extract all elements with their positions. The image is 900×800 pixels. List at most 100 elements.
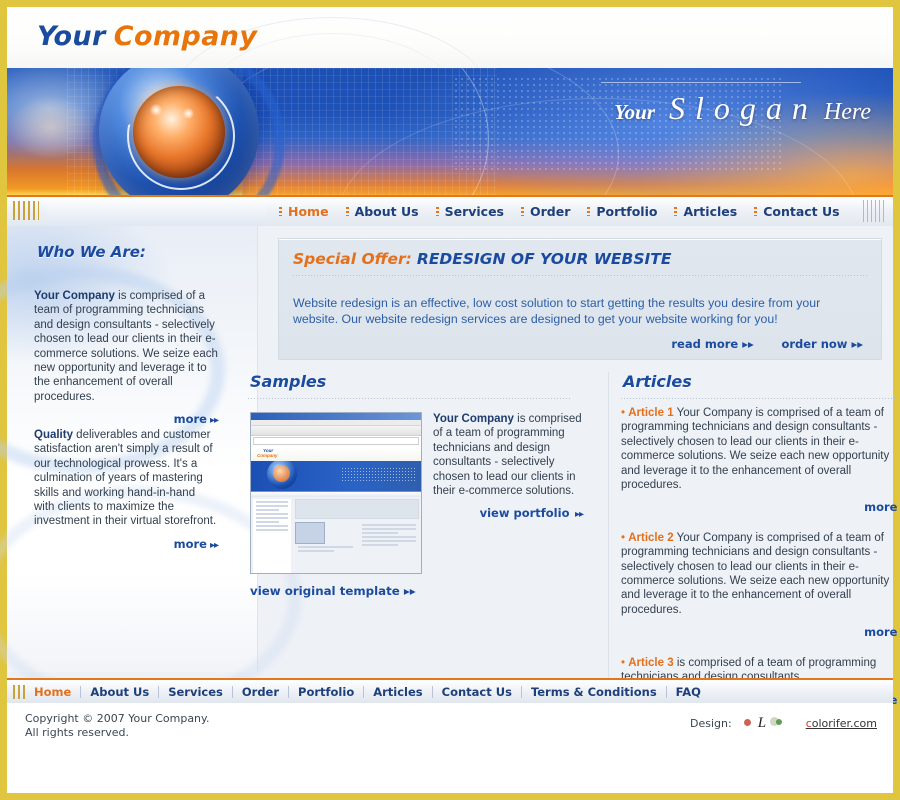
footer-nav-item-faq[interactable]: FAQ: [667, 686, 710, 698]
special-offer-label: Special Offer:: [293, 250, 412, 268]
mini-dots: [341, 467, 415, 481]
nav-item-portfolio[interactable]: Portfolio: [587, 204, 657, 219]
nav-separator-icon: [521, 207, 524, 216]
sidebar-block1-lead: Your Company: [34, 290, 115, 302]
design-label: Design:: [690, 716, 732, 730]
double-chevron-icon: ▸▸: [209, 539, 219, 551]
order-now-link[interactable]: order now ▸▸: [781, 337, 863, 351]
footer-nav-item-terms-conditions[interactable]: Terms & Conditions: [522, 685, 667, 698]
nav-separator-icon: [279, 207, 282, 216]
sidebar-block1-text: is comprised of a team of programming te…: [34, 290, 218, 403]
special-offer-text: Website redesign is an effective, low co…: [293, 296, 821, 327]
article-text: Your Company is comprised of a team of p…: [621, 407, 890, 492]
footer-navigation-bar: Home About Us Services Order Portfolio Articl…: [7, 678, 893, 703]
nav-item-label: Articles: [683, 204, 738, 219]
mini-line: [256, 505, 288, 507]
design-credit: Design: L colorifer.com: [690, 715, 877, 731]
view-portfolio-link[interactable]: view portfolio ▸▸: [433, 506, 584, 522]
articles-heading: Articles: [623, 372, 692, 391]
logo-bar: Your Company: [7, 7, 893, 68]
sample-thumbnail[interactable]: Your Company: [250, 412, 422, 574]
footer-nav-item-about-us[interactable]: About Us: [81, 685, 160, 698]
colorifer-rest: olorifer.com: [811, 716, 877, 730]
sidebar-block-who-we-are: Your Company is comprised of a team of p…: [34, 289, 219, 429]
read-more-link[interactable]: read more ▸▸: [671, 337, 753, 351]
nav-item-contact-us[interactable]: Contact Us: [754, 204, 840, 219]
special-offer-title: Special Offer: REDESIGN OF YOUR WEBSITE: [293, 250, 671, 268]
nav-item-home[interactable]: Home: [279, 204, 329, 219]
main-navigation-bar: Home About Us Services Order Portfolio Articl…: [7, 195, 893, 226]
mini-right-col: [295, 499, 419, 573]
double-chevron-icon: ▸▸: [399, 584, 416, 598]
mini-left-col: [253, 499, 291, 573]
mini-line: [298, 546, 353, 548]
mini-lens-icon: [273, 465, 290, 482]
sidebar-heading: Who We Are:: [37, 243, 146, 261]
bars-decor-right-icon: [863, 200, 885, 222]
samples-body: is comprised of a team of programming te…: [433, 413, 582, 498]
slogan: Your Slogan Here: [614, 90, 871, 127]
article-more-link[interactable]: more ▸▸: [621, 500, 900, 516]
article-more-link[interactable]: more ▸▸: [621, 625, 900, 641]
copyright: Copyright © 2007 Your Company. All right…: [25, 712, 209, 740]
mini-line: [256, 509, 279, 511]
slogan-main: Slogan: [669, 90, 818, 126]
article-title-link[interactable]: Article 2: [628, 532, 673, 544]
logo-word-company: Company: [113, 21, 258, 52]
nav-separator-icon: [674, 207, 678, 216]
article-title-link[interactable]: Article 1: [628, 407, 673, 419]
slogan-your: Your: [614, 100, 656, 124]
special-offer-headline: REDESIGN OF YOUR WEBSITE: [416, 250, 672, 268]
more-label: more: [864, 625, 898, 640]
mini-col-a: [295, 522, 356, 554]
logo-word-your: Your: [37, 21, 106, 52]
mini-logo: Your Company: [251, 448, 421, 461]
mini-addressbar: [253, 437, 419, 445]
copyright-line-1: Copyright © 2007 Your Company.: [25, 712, 210, 725]
double-chevron-icon: ▸▸: [572, 509, 584, 521]
footer-bottom: Copyright © 2007 Your Company. All right…: [7, 703, 893, 757]
nav-item-articles[interactable]: Articles: [674, 204, 737, 219]
double-chevron-icon: ▸▸: [209, 415, 219, 427]
site-logo[interactable]: Your Company: [37, 21, 257, 52]
footer-nav-item-articles[interactable]: Articles: [364, 685, 433, 698]
nav-separator-icon: [754, 207, 758, 216]
special-offer-links: read more ▸▸ order now ▸▸: [647, 337, 863, 351]
more-label: more: [173, 412, 207, 427]
footer-nav-item-services[interactable]: Services: [159, 685, 233, 698]
double-chevron-icon: ▸▸: [738, 337, 754, 351]
main-column: Special Offer: REDESIGN OF YOUR WEBSITE W…: [248, 226, 897, 709]
nav-item-order[interactable]: Order: [521, 204, 570, 219]
footer-nav-item-contact-us[interactable]: Contact Us: [433, 685, 522, 698]
footer-nav-item-order[interactable]: Order: [233, 685, 290, 698]
mini-line: [256, 521, 279, 523]
nav-item-label: Contact Us: [763, 204, 840, 219]
nav-separator-icon: [587, 207, 591, 216]
sidebar-block-quality: Quality deliverables and customer satisf…: [34, 428, 219, 553]
mini-line: [361, 544, 398, 546]
content-area: Who We Are: Your Company is comprised of…: [0, 226, 897, 710]
double-chevron-icon: ▸▸: [847, 337, 863, 351]
mini-line: [361, 540, 416, 542]
nav-item-label: Order: [530, 204, 571, 219]
copyright-line-2: All rights reserved.: [25, 726, 130, 739]
view-original-template-link[interactable]: view original template ▸▸: [250, 584, 416, 598]
nav-item-about-us[interactable]: About Us: [345, 204, 419, 219]
article-item: • Article 1 Your Company is comprised of…: [621, 406, 900, 517]
mini-line: [361, 532, 398, 534]
footer-nav-item-portfolio[interactable]: Portfolio: [289, 685, 365, 698]
bars-decor-icon: [13, 201, 39, 220]
colorifer-link[interactable]: colorifer.com: [806, 717, 877, 730]
divider: [248, 398, 571, 399]
mini-line: [256, 525, 288, 527]
nav-item-services[interactable]: Services: [435, 204, 504, 219]
article-title-link[interactable]: Article 3: [628, 657, 673, 669]
mini-banner: [251, 461, 421, 491]
divider: [293, 275, 867, 276]
articles-section: Articles • Article 1 Your Company is com…: [608, 372, 900, 709]
sidebar-block2-more-link[interactable]: more ▸▸: [34, 537, 219, 553]
footer-nav-item-home[interactable]: Home: [25, 685, 82, 698]
mini-logo-word1: Your: [263, 448, 274, 453]
sidebar-block1-more-link[interactable]: more ▸▸: [34, 412, 219, 428]
samples-description: Your Company is comprised of a team of p…: [433, 412, 584, 523]
